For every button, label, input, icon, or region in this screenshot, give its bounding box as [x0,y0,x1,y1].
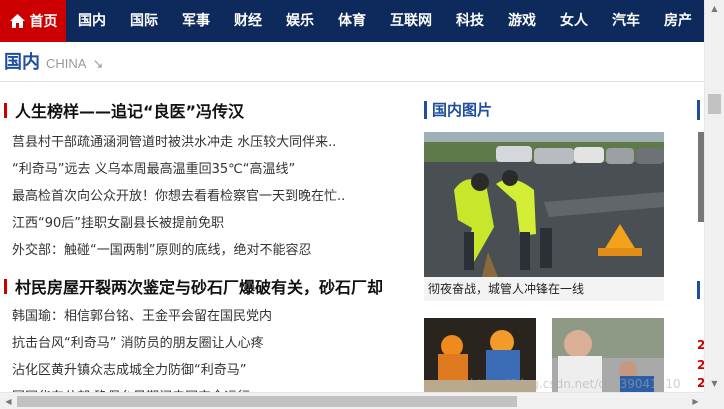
nav-item-internet[interactable]: 互联网 [378,0,444,42]
nav-item-military[interactable]: 军事 [170,0,222,42]
scroll-down-arrow-icon[interactable]: ▼ [705,375,724,392]
main-news-photo[interactable] [424,132,664,277]
nav-item-auto[interactable]: 汽车 [600,0,652,42]
horizontal-scroll-thumb[interactable] [17,396,517,407]
nav-item-international[interactable]: 国际 [118,0,170,42]
vertical-scroll-thumb[interactable] [708,94,721,114]
pictures-header: 国内图片 [424,99,492,120]
pictures-header-bar [424,100,427,119]
section-header: 国内 CHINA ↘ [4,48,103,74]
top-nav-bar: 首页 国内 国际 军事 财经 娱乐 体育 互联网 科技 游戏 女人 汽车 房产 [0,0,704,42]
nav-item-domestic[interactable]: 国内 [66,0,118,42]
arrow-down-right-icon: ↘ [92,57,104,72]
section-divider [0,81,704,82]
section-subtitle: CHINA [46,56,87,71]
headline-marker [4,102,7,118]
news-list-1: 莒县村干部疏通涵洞管道时被洪水冲走 水压较大同伴来.. “利奇马”远去 义乌本周… [12,129,382,264]
nav-item-games[interactable]: 游戏 [496,0,548,42]
list-item[interactable]: 莒县村干部疏通涵洞管道时被洪水冲走 水压较大同伴来.. [12,129,382,156]
nav-item-finance[interactable]: 财经 [222,0,274,42]
watermark-text: https://blog.csdn.net/qq_39041210 [470,377,681,391]
list-item[interactable]: 外交部：触碰“一国两制”原则的底线，绝对不能容忍 [12,237,382,264]
photo-illustration [424,132,664,277]
list-item[interactable]: 抗击台风“利奇马” 消防员的朋友圈让人心疼 [12,330,382,357]
headline-title[interactable]: 村民房屋开裂两次鉴定与砂石厂爆破有关，砂石厂却 [15,274,383,298]
nav-item-tech[interactable]: 科技 [444,0,496,42]
headline-marker [4,278,7,294]
right-column-text[interactable]: 2 [697,358,704,372]
list-item[interactable]: 沾化区黄升镇众志成城全力防御“利奇马” [12,357,382,384]
headline-2[interactable]: 村民房屋开裂两次鉴定与砂石厂爆破有关，砂石厂却 [4,275,383,297]
scroll-up-arrow-icon[interactable]: ▲ [705,0,724,17]
right-column-header-bar [697,100,700,120]
list-item[interactable]: 江西“90后”挂职女副县长被提前免职 [12,210,382,237]
horizontal-scrollbar[interactable]: ◀ ▶ [0,392,704,409]
home-icon [9,14,25,28]
nav-item-women[interactable]: 女人 [548,0,600,42]
main-photo-caption-box: 彻夜奋战，城管人冲锋在一线 [424,277,664,301]
main-photo-caption[interactable]: 彻夜奋战，城管人冲锋在一线 [424,277,664,301]
nav-item-entertainment[interactable]: 娱乐 [274,0,326,42]
scroll-right-arrow-icon[interactable]: ▶ [687,393,704,409]
right-column-text[interactable]: 2 [697,338,704,352]
nav-home-label: 首页 [29,14,58,30]
headline-title[interactable]: 人生榜样——追记“良医”冯传汉 [15,98,244,122]
scroll-left-arrow-icon[interactable]: ◀ [0,393,17,409]
scrollbar-corner [704,392,724,409]
section-title[interactable]: 国内 [4,48,40,74]
nav-item-sports[interactable]: 体育 [326,0,378,42]
vertical-scrollbar[interactable]: ▲ ▼ [704,0,724,392]
right-column-divider-bar [697,281,700,299]
list-item[interactable]: “利奇马”远去 义乌本周最高温重回35℃“高温线” [12,156,382,183]
right-column-text[interactable]: 2 [697,376,704,390]
list-item[interactable]: 最高检首次向公众开放！你想去看看检察官一天到晚在忙.. [12,183,382,210]
headline-1[interactable]: 人生榜样——追记“良医”冯传汉 [4,99,244,121]
nav-item-realestate[interactable]: 房产 [652,0,704,42]
nav-item-home[interactable]: 首页 [0,0,66,42]
news-list-2: 韩国瑜：相信郭台铭、王金平会留在国民党内 抗击台风“利奇马” 消防员的朋友圈让人… [12,303,382,396]
pictures-title[interactable]: 国内图片 [432,99,492,120]
list-item[interactable]: 韩国瑜：相信郭台铭、王金平会留在国民党内 [12,303,382,330]
